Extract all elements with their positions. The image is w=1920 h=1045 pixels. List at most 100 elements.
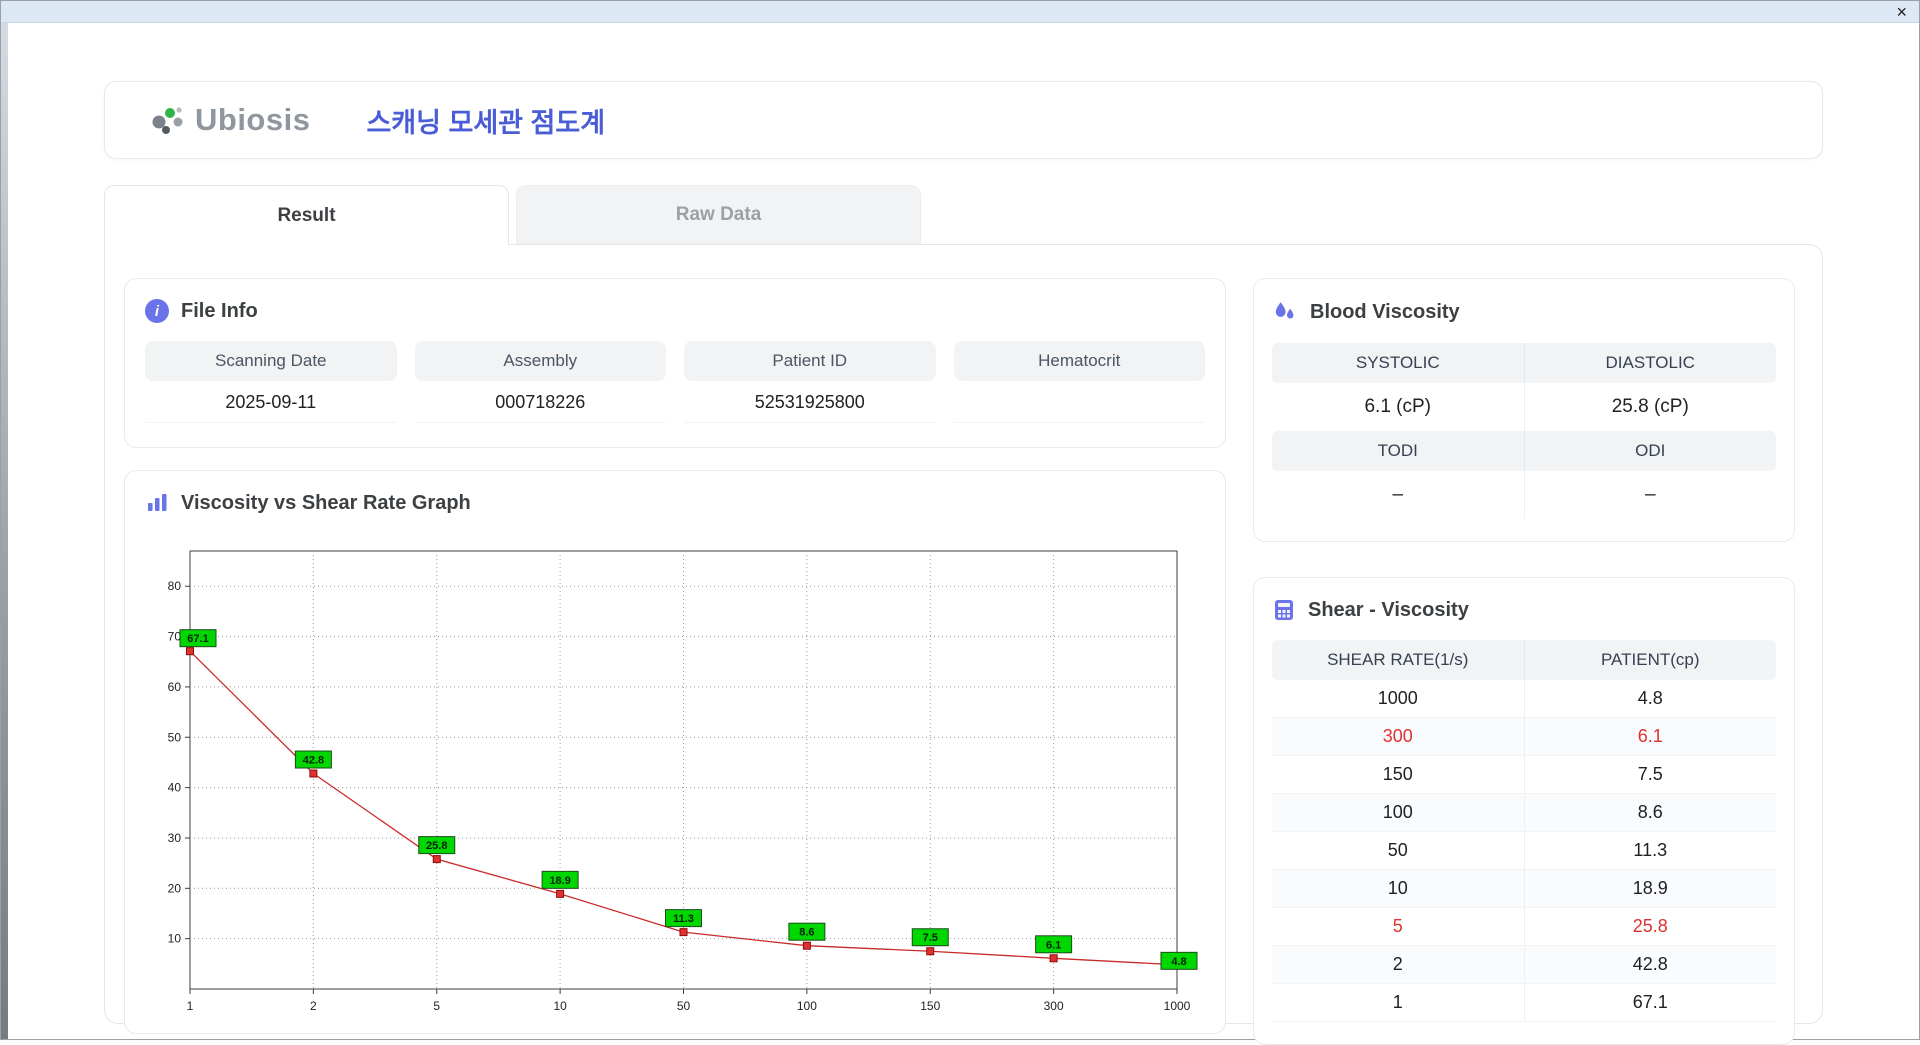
graph-title-row: Viscosity vs Shear Rate Graph	[145, 491, 1205, 515]
graph-panel: Viscosity vs Shear Rate Graph 10 20 30 40 50…	[124, 470, 1226, 1034]
shear-table-row: 1000 4.8	[1272, 680, 1776, 718]
file-info-field: Assembly 000718226	[414, 341, 666, 423]
patient-viscosity-value: 4.8	[1523, 680, 1777, 717]
file-info-field: Hematocrit	[953, 341, 1205, 423]
systolic-label: SYSTOLIC	[1355, 353, 1440, 372]
shear-table-row: 10 18.9	[1272, 870, 1776, 908]
page-title: 스캐닝 모세관 점도계	[366, 107, 606, 138]
svg-text:6.1: 6.1	[1046, 939, 1061, 951]
svg-text:42.8: 42.8	[303, 755, 324, 767]
patient-viscosity-value: 67.1	[1523, 984, 1777, 1021]
svg-text:40: 40	[168, 781, 182, 795]
field-label: Scanning Date	[145, 341, 397, 381]
shear-table-row: 150 7.5	[1272, 756, 1776, 794]
logo-text: Ubiosis	[195, 102, 311, 137]
svg-text:10: 10	[168, 932, 182, 946]
tab-result[interactable]: Result	[104, 185, 509, 245]
header-card: Ubiosis 스캐닝 모세관 점도계	[104, 81, 1823, 159]
svg-text:18.9: 18.9	[549, 875, 570, 887]
file-info-field: Scanning Date 2025-09-11	[145, 341, 397, 423]
blood-viscosity-title-row: Blood Viscosity	[1272, 299, 1776, 325]
shear-rate-value: 300	[1382, 726, 1413, 746]
field-value: 2025-09-11	[145, 381, 397, 423]
shear-table-row: 50 11.3	[1272, 832, 1776, 870]
svg-text:70: 70	[168, 630, 182, 644]
logo-dots-icon	[149, 100, 191, 140]
svg-text:100: 100	[797, 999, 817, 1013]
graph-title: Viscosity vs Shear Rate Graph	[181, 491, 471, 514]
svg-text:1: 1	[187, 999, 194, 1013]
field-value: 000718226	[414, 381, 666, 423]
svg-text:30: 30	[168, 831, 182, 845]
shear-rate-value: 1	[1392, 992, 1403, 1012]
calculator-icon	[1272, 598, 1296, 622]
shear-table-row: 2 42.8	[1272, 946, 1776, 984]
shear-rate-column-header: SHEAR RATE(1/s)	[1327, 650, 1469, 669]
svg-text:50: 50	[168, 730, 182, 744]
patient-viscosity-value: 6.1	[1523, 718, 1777, 755]
shear-viscosity-panel: Shear - Viscosity SHEAR RATE(1/s) PATIEN…	[1253, 577, 1795, 1045]
field-label: Patient ID	[684, 341, 936, 381]
svg-text:20: 20	[168, 881, 182, 895]
field-label: Assembly	[414, 341, 666, 381]
shear-rate-value: 10	[1387, 878, 1408, 898]
field-value	[953, 381, 1205, 423]
patient-viscosity-value: 25.8	[1523, 908, 1777, 945]
shear-rate-value: 100	[1382, 802, 1413, 822]
tab-raw-data[interactable]: Raw Data	[516, 185, 921, 244]
shear-viscosity-title: Shear - Viscosity	[1308, 598, 1469, 621]
svg-text:8.6: 8.6	[799, 927, 814, 939]
app-window: × Ubiosis 스캐닝 모세관 점도계 Result Raw Data i …	[0, 0, 1920, 1045]
svg-text:50: 50	[677, 999, 691, 1013]
svg-text:1000: 1000	[1164, 999, 1191, 1013]
info-icon: i	[145, 299, 169, 323]
blood-viscosity-values: 6.1 (cP) 25.8 (cP)	[1272, 383, 1776, 431]
svg-text:60: 60	[168, 680, 182, 694]
patient-viscosity-value: 18.9	[1523, 870, 1777, 907]
field-label: Hematocrit	[953, 341, 1205, 381]
shear-table-row: 1 67.1	[1272, 984, 1776, 1022]
blood-viscosity-title: Blood Viscosity	[1310, 300, 1460, 323]
blood-viscosity-panel: Blood Viscosity SYSTOLIC DIASTOLIC 6.1 (…	[1253, 278, 1795, 542]
systolic-value: 6.1 (cP)	[1364, 396, 1432, 417]
file-info-panel: i File Info Scanning Date 2025-09-11 Assem…	[124, 278, 1226, 448]
todi-odi-header: TODI ODI	[1272, 431, 1776, 471]
chart-wrap: 10 20 30 40 50 60 70 80 1 2 5 10 50 100 150 300 1000 67.1…	[145, 533, 1205, 1021]
svg-text:2: 2	[310, 999, 317, 1013]
tab-bar: Result Raw Data	[104, 185, 1821, 245]
shear-table-body: 1000 4.8 300 6.1 150 7.5 100 8.6 50 11.3 10 18.9 5 25…	[1272, 680, 1776, 1022]
file-info-field: Patient ID 52531925800	[684, 341, 936, 423]
blood-viscosity-header: SYSTOLIC DIASTOLIC	[1272, 343, 1776, 383]
patient-viscosity-value: 42.8	[1523, 946, 1777, 983]
patient-viscosity-value: 11.3	[1523, 832, 1777, 869]
shear-viscosity-title-row: Shear - Viscosity	[1272, 598, 1776, 622]
file-info-title-row: i File Info	[145, 299, 1205, 323]
result-content: i File Info Scanning Date 2025-09-11 Assem…	[104, 244, 1823, 1045]
todi-label: TODI	[1377, 441, 1418, 460]
shear-rate-value: 2	[1392, 954, 1403, 974]
file-info-fields: Scanning Date 2025-09-11 Assembly 000718226…	[145, 341, 1205, 423]
field-value: 52531925800	[684, 381, 936, 423]
odi-label: ODI	[1523, 431, 1777, 471]
shear-table-row: 5 25.8	[1272, 908, 1776, 946]
svg-text:10: 10	[553, 999, 567, 1013]
shear-table-header: SHEAR RATE(1/s) PATIENT(cp)	[1272, 640, 1776, 680]
svg-text:11.3: 11.3	[673, 913, 694, 925]
shear-rate-value: 50	[1387, 840, 1408, 860]
close-icon[interactable]: ×	[1896, 1, 1907, 23]
patient-viscosity-value: 7.5	[1523, 756, 1777, 793]
page: Ubiosis 스캐닝 모세관 점도계 Result Raw Data i Fi…	[1, 23, 1919, 1045]
patient-viscosity-value: 8.6	[1523, 794, 1777, 831]
diastolic-value: 25.8 (cP)	[1523, 383, 1777, 431]
todi-value: –	[1392, 484, 1404, 505]
svg-text:7.5: 7.5	[923, 932, 938, 944]
file-info-title: File Info	[181, 299, 258, 322]
odi-value: –	[1523, 471, 1777, 519]
titlebar: ×	[1, 1, 1919, 23]
shear-rate-value: 5	[1392, 916, 1403, 936]
viscosity-chart: 10 20 30 40 50 60 70 80 1 2 5 10 50 100 150 300 1000 67.1…	[168, 550, 1198, 1013]
water-drops-icon	[1272, 299, 1298, 325]
svg-text:25.8: 25.8	[426, 840, 447, 852]
diastolic-label: DIASTOLIC	[1523, 343, 1777, 383]
bar-chart-icon	[145, 491, 169, 515]
